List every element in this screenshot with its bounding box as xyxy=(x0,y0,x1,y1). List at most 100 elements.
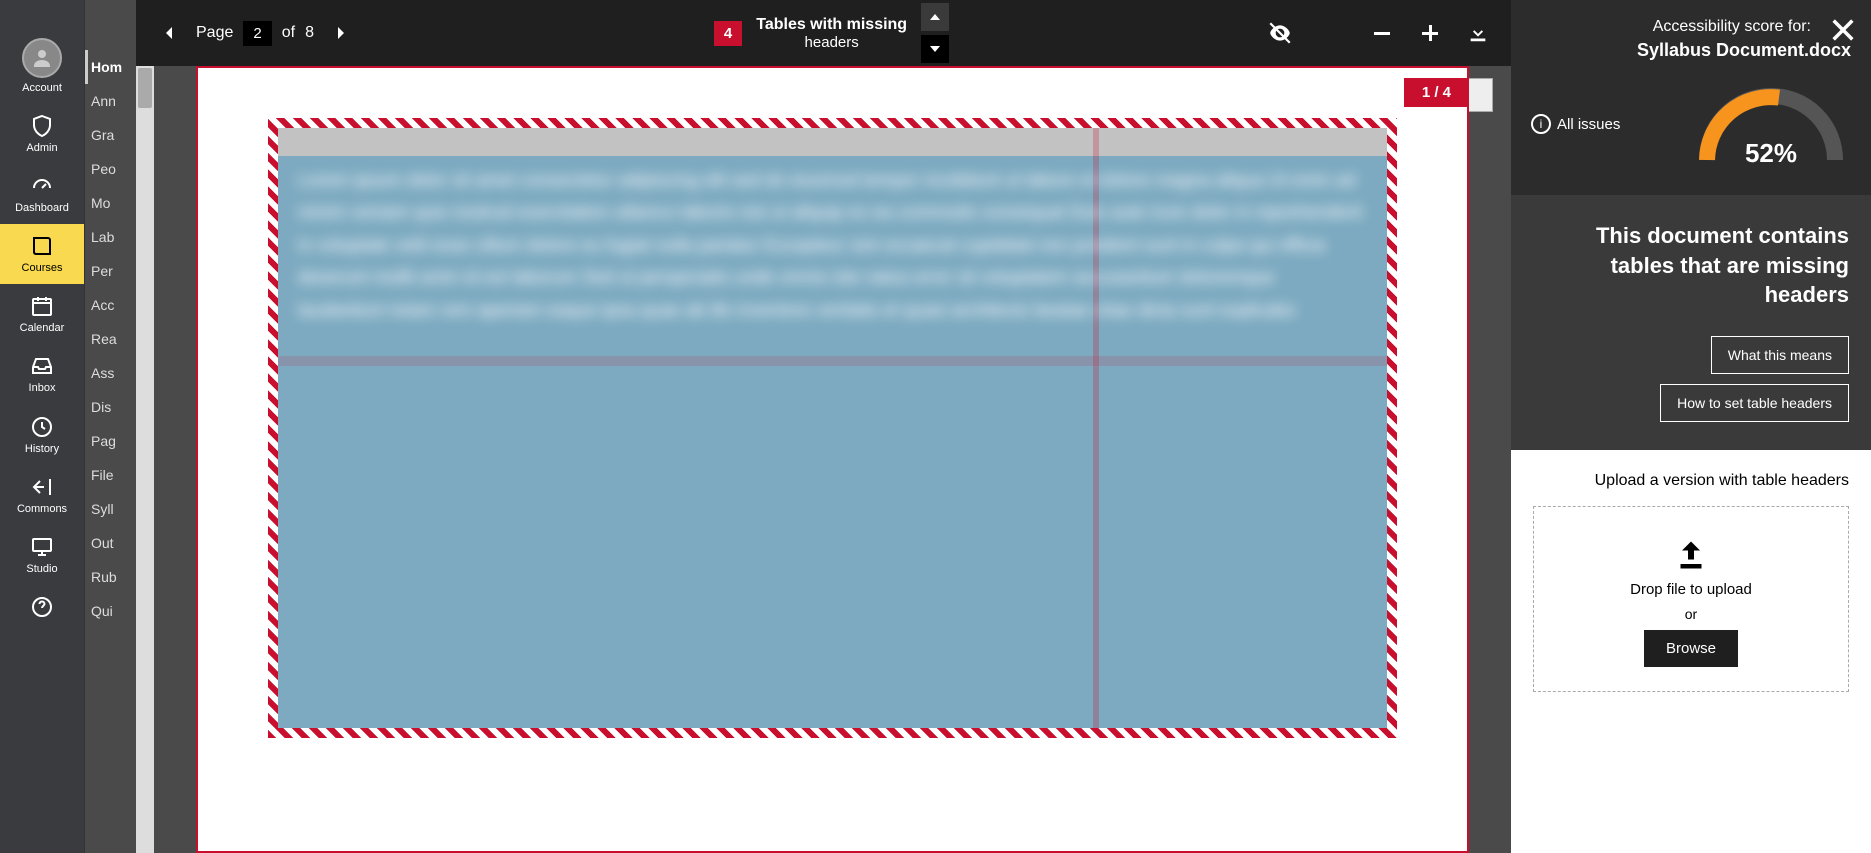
zoom-out-button[interactable] xyxy=(1365,16,1399,50)
document-page: 1 / 4 Lorem ipsum dolor sit amet consect… xyxy=(196,66,1469,853)
panel-header: Accessibility score for: Syllabus Docume… xyxy=(1511,0,1871,195)
coursenav-files[interactable]: File xyxy=(85,458,136,492)
download-button[interactable] xyxy=(1461,16,1495,50)
nav-admin-label: Admin xyxy=(22,142,61,154)
highlighted-table[interactable]: Lorem ipsum dolor sit amet consectetur a… xyxy=(268,118,1397,738)
page-label: Page xyxy=(196,24,233,42)
coursenav-quizzes[interactable]: Qui xyxy=(85,594,136,628)
upload-icon xyxy=(1673,537,1709,573)
nav-calendar[interactable]: Calendar xyxy=(0,284,84,344)
coursenav-people[interactable]: Peo xyxy=(85,152,136,186)
nav-account[interactable]: Account xyxy=(0,28,84,104)
nav-admin[interactable]: Admin xyxy=(0,104,84,164)
page-nav-group: Page 2 of 8 xyxy=(152,16,358,50)
coursenav-rea[interactable]: Rea xyxy=(85,322,136,356)
coursenav-label: Ann xyxy=(91,93,116,109)
coursenav-acc[interactable]: Acc xyxy=(85,288,136,322)
what-this-means-button[interactable]: What this means xyxy=(1711,336,1849,374)
nav-inbox[interactable]: Inbox xyxy=(0,344,84,404)
coursenav-rubrics[interactable]: Rub xyxy=(85,560,136,594)
coursenav-grades[interactable]: Gra xyxy=(85,118,136,152)
coursenav-modules[interactable]: Mo xyxy=(85,186,136,220)
coursenav-label: Mo xyxy=(91,195,110,211)
nav-history-label: History xyxy=(21,443,63,455)
of-label: of xyxy=(282,24,295,42)
coursenav-label: Dis xyxy=(91,399,111,415)
coursenav-outcomes[interactable]: Out xyxy=(85,526,136,560)
coursenav-lab[interactable]: Lab xyxy=(85,220,136,254)
issue-title-group: 4 Tables with missing headers xyxy=(376,16,1245,51)
score-percent: 52% xyxy=(1745,138,1797,169)
scrollbar-thumb[interactable] xyxy=(138,68,152,108)
coursenav-label: Lab xyxy=(91,229,114,245)
issue-down-button[interactable] xyxy=(921,35,949,63)
coursenav-label: Syll xyxy=(91,501,114,517)
course-nav: Hom Ann Gra Peo Mo Lab Per Acc Rea Ass D… xyxy=(84,0,136,853)
gauge-pointer-icon xyxy=(1761,167,1781,179)
nav-account-label: Account xyxy=(18,82,66,94)
coursenav-label: Rea xyxy=(91,331,117,347)
global-nav: Account Admin Dashboard Courses Calendar… xyxy=(0,0,84,853)
book-icon xyxy=(30,234,54,258)
page-prev-button[interactable] xyxy=(152,16,186,50)
shield-icon xyxy=(30,114,54,138)
coursenav-home[interactable]: Hom xyxy=(85,50,136,84)
calendar-icon xyxy=(30,294,54,318)
vertical-scrollbar[interactable] xyxy=(136,66,154,853)
drop-text: Drop file to upload xyxy=(1630,581,1752,598)
coursenav-label: Out xyxy=(91,535,114,551)
nav-courses-label: Courses xyxy=(18,262,67,274)
panel-issue-section: This document contains tables that are m… xyxy=(1511,195,1871,450)
panel-subtitle: Accessibility score for: xyxy=(1531,18,1811,36)
close-button[interactable] xyxy=(1829,16,1857,44)
coursenav-label: Pag xyxy=(91,433,116,449)
issue-heading: This document contains tables that are m… xyxy=(1533,221,1849,310)
total-pages: 8 xyxy=(305,24,314,42)
nav-help[interactable] xyxy=(0,585,84,629)
table-row-sep xyxy=(278,356,1387,366)
nav-commons[interactable]: Commons xyxy=(0,465,84,525)
coursenav-label: Hom xyxy=(91,59,122,75)
issue-up-button[interactable] xyxy=(921,3,949,31)
panel-upload-section: Upload a version with table headers Drop… xyxy=(1511,450,1871,853)
clock-icon xyxy=(30,415,54,439)
page-next-button[interactable] xyxy=(324,16,358,50)
all-issues-link[interactable]: i All issues xyxy=(1531,114,1620,134)
coursenav-label: File xyxy=(91,467,114,483)
coursenav-assignments[interactable]: Ass xyxy=(85,356,136,390)
browse-button[interactable]: Browse xyxy=(1644,630,1738,667)
coursenav-discussions[interactable]: Dis xyxy=(85,390,136,424)
coursenav-pages[interactable]: Pag xyxy=(85,424,136,458)
nav-dashboard[interactable]: Dashboard xyxy=(0,164,84,224)
inbox-icon xyxy=(30,354,54,378)
all-issues-label: All issues xyxy=(1557,116,1620,133)
nav-studio-label: Studio xyxy=(22,563,61,575)
main-column: Page 2 of 8 4 Tables with missing header… xyxy=(136,0,1511,853)
coursenav-syllabus[interactable]: Syll xyxy=(85,492,136,526)
hide-highlights-button[interactable] xyxy=(1263,16,1297,50)
viewer-toolbar: Page 2 of 8 4 Tables with missing header… xyxy=(136,0,1511,66)
file-dropzone[interactable]: Drop file to upload or Browse xyxy=(1533,506,1849,692)
info-icon: i xyxy=(1531,114,1551,134)
nav-history[interactable]: History xyxy=(0,405,84,465)
coursenav-label: Per xyxy=(91,263,113,279)
question-icon xyxy=(30,595,54,619)
nav-courses[interactable]: Courses xyxy=(0,224,84,284)
document-page-area: 1 / 4 Lorem ipsum dolor sit amet consect… xyxy=(154,66,1511,853)
issue-count-badge: 4 xyxy=(714,21,742,46)
current-page: 2 xyxy=(243,21,271,46)
blurred-content: Lorem ipsum dolor sit amet consectetur a… xyxy=(278,128,1387,346)
share-icon xyxy=(30,475,54,499)
coursenav-label: Peo xyxy=(91,161,116,177)
toolbar-right-group xyxy=(1263,16,1495,50)
coursenav-label: Rub xyxy=(91,569,117,585)
zoom-in-button[interactable] xyxy=(1413,16,1447,50)
upload-title: Upload a version with table headers xyxy=(1533,472,1849,490)
coursenav-label: Acc xyxy=(91,297,114,313)
coursenav-announcements[interactable]: Ann xyxy=(85,84,136,118)
nav-studio[interactable]: Studio xyxy=(0,525,84,585)
how-to-fix-button[interactable]: How to set table headers xyxy=(1660,384,1849,422)
nav-dashboard-label: Dashboard xyxy=(11,202,73,214)
coursenav-per[interactable]: Per xyxy=(85,254,136,288)
score-gauge: 52% xyxy=(1691,79,1851,169)
